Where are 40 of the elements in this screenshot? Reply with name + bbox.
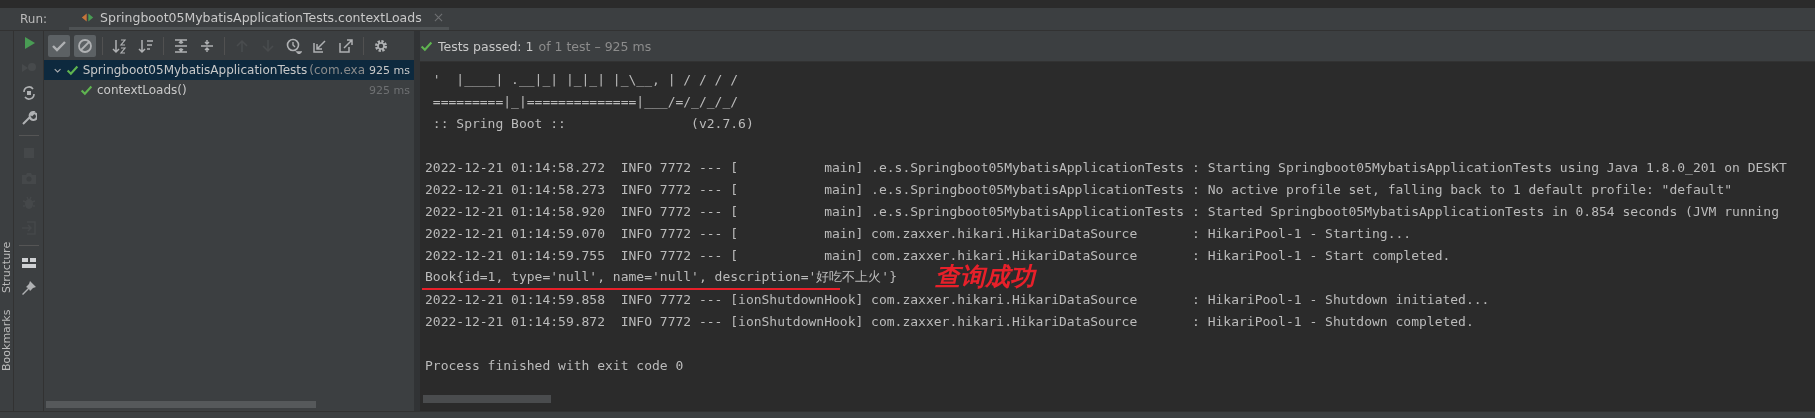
sort-duration-icon	[138, 37, 154, 54]
export-icon	[338, 37, 354, 54]
test-duration: 925 ms	[369, 63, 410, 77]
tests-passed-label: Tests passed: 1	[438, 38, 534, 54]
tool-window-tab[interactable]: Bookmarks	[0, 309, 13, 371]
console-line: 2022-12-21 01:14:59.755 INFO 7772 --- [ main] com.zaxxer.hikari.HikariDataSource : HikariPool-1 - Start completed.	[425, 247, 1451, 263]
collapse-all-icon	[199, 37, 215, 54]
sort-alpha-icon	[112, 37, 128, 54]
import-icon	[312, 37, 328, 54]
banner-line: :: Spring Boot :: (v2.7.6)	[431, 115, 754, 131]
rerun-icon[interactable]	[20, 85, 37, 101]
test-name: Springboot05MybatisApplicationTests	[82, 63, 308, 77]
console-line: Book{id=1, type='null', name='null', description='好吃不上火'}	[425, 268, 897, 286]
console-line: 2022-12-21 01:14:58.272 INFO 7772 --- [ main] .e.s.Springboot05MybatisApplicationTests : Starting Springboot05MybatisApplicationTests using Java 1.8.0_201 on DESKT	[425, 159, 1787, 175]
run-config-icon	[81, 11, 95, 24]
console-line: Process finished with exit code 0	[425, 357, 684, 373]
scrollbar-thumb[interactable]	[423, 395, 551, 403]
show-passed-toggle[interactable]	[48, 34, 70, 57]
show-ignored-toggle[interactable]	[74, 34, 96, 57]
expand-all-icon	[173, 37, 189, 54]
clock-icon	[286, 37, 302, 54]
layout-icon[interactable]	[20, 255, 37, 271]
console-line: 2022-12-21 01:14:59.858 INFO 7772 --- [ionShutdownHook] com.zaxxer.hikari.HikariDataSource : HikariPool-1 - Shutdown initiated...	[425, 291, 1490, 307]
console-line: 2022-12-21 01:14:58.273 INFO 7772 --- [ main] .e.s.Springboot05MybatisApplicationTests : No active profile set, falling back to 1 default profile: "default"	[425, 181, 1733, 197]
pin-icon[interactable]	[20, 280, 37, 296]
banner-line: =========|_|==============|___/=/_/_/_/	[431, 93, 739, 109]
tool-window-tab[interactable]: Structure	[0, 241, 13, 293]
console-line: 2022-12-21 01:14:58.920 INFO 7772 --- [ main] .e.s.Springboot05MybatisApplicationTests : Started Springboot05MybatisApplicationTests in 0.854 seconds (JVM running	[425, 203, 1779, 219]
console-line: 2022-12-21 01:14:59.872 INFO 7772 --- [ionShutdownHook] com.zaxxer.hikari.HikariDataSource : HikariPool-1 - Shutdown completed.	[425, 313, 1474, 329]
run-label: Run:	[20, 12, 48, 26]
block-icon	[77, 37, 93, 54]
test-name: contextLoads()	[97, 83, 187, 97]
test-package: (com.exa	[309, 63, 366, 77]
tests-summary: of 1 test – 925 ms	[538, 38, 652, 54]
settings-icon	[373, 37, 389, 54]
banner-line: ' |____| .__|_| |_|_| |_\__, | / / / /	[431, 71, 739, 87]
console-line: 2022-12-21 01:14:59.070 INFO 7772 --- [ main] com.zaxxer.hikari.HikariDataSource : HikariPool-1 - Starting...	[425, 225, 1412, 241]
annotation-text: 查询成功	[935, 266, 1035, 288]
scrollbar-thumb[interactable]	[46, 400, 316, 408]
test-tree-row[interactable]: Springboot05MybatisApplicationTests (com.exa 925 ms	[44, 60, 414, 80]
